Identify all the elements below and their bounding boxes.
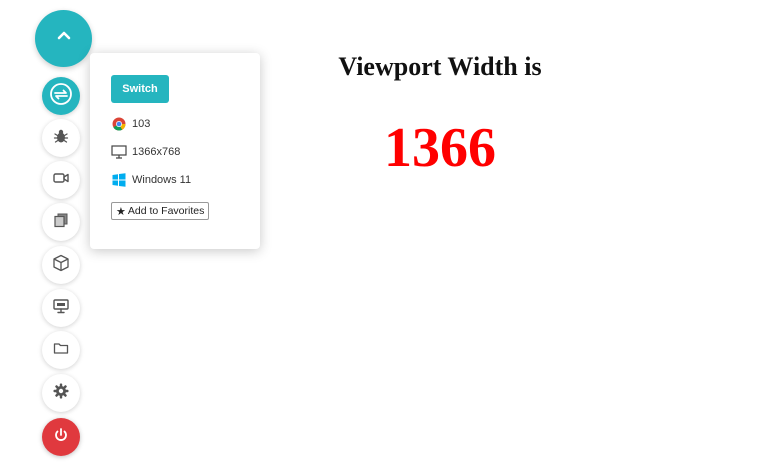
end-session-button[interactable] — [42, 418, 80, 456]
browser-version-text: 103 — [132, 118, 151, 130]
folder-icon — [52, 339, 70, 362]
os-text: Windows 11 — [132, 174, 192, 186]
chevron-up-icon — [54, 26, 74, 51]
bug-icon — [52, 127, 70, 150]
screenshots-button[interactable] — [42, 203, 80, 241]
page: Viewport Width is 1366 Switch 103 1366x7… — [0, 0, 768, 471]
resolution-text: 1366x768 — [132, 146, 181, 158]
power-icon — [52, 426, 70, 449]
monitor-icon — [52, 297, 70, 320]
windows-icon — [111, 172, 127, 188]
switch-button[interactable]: Switch — [111, 75, 169, 103]
os-row: Windows 11 — [111, 172, 191, 188]
add-to-favorites-button[interactable]: ★ Add to Favorites — [111, 202, 210, 220]
settings-button[interactable] — [42, 374, 80, 412]
folder-button[interactable] — [42, 331, 80, 369]
resolution-row: 1366x768 — [111, 144, 180, 160]
switch-browser-popover: Switch 103 1366x768 Windows 11 ★ Add to … — [90, 53, 260, 249]
gallery-icon — [52, 211, 70, 234]
chrome-icon — [111, 116, 127, 132]
3d-box-button[interactable] — [42, 246, 80, 284]
switch-arrows-icon — [48, 81, 74, 112]
gear-icon — [52, 382, 70, 405]
add-to-favorites-label: Add to Favorites — [127, 205, 205, 217]
collapse-toolbar-button[interactable] — [35, 10, 92, 67]
cube-icon — [51, 253, 71, 278]
viewport-width-value: 1366 — [384, 117, 496, 179]
viewport-title: Viewport Width is — [338, 52, 542, 81]
switch-browser-button[interactable] — [42, 77, 80, 115]
video-camera-icon — [52, 169, 70, 192]
browser-version-row: 103 — [111, 116, 150, 132]
bug-report-button[interactable] — [42, 119, 80, 157]
record-video-button[interactable] — [42, 161, 80, 199]
star-icon: ★ — [116, 205, 126, 218]
display-button[interactable] — [42, 289, 80, 327]
monitor-icon — [111, 144, 127, 160]
